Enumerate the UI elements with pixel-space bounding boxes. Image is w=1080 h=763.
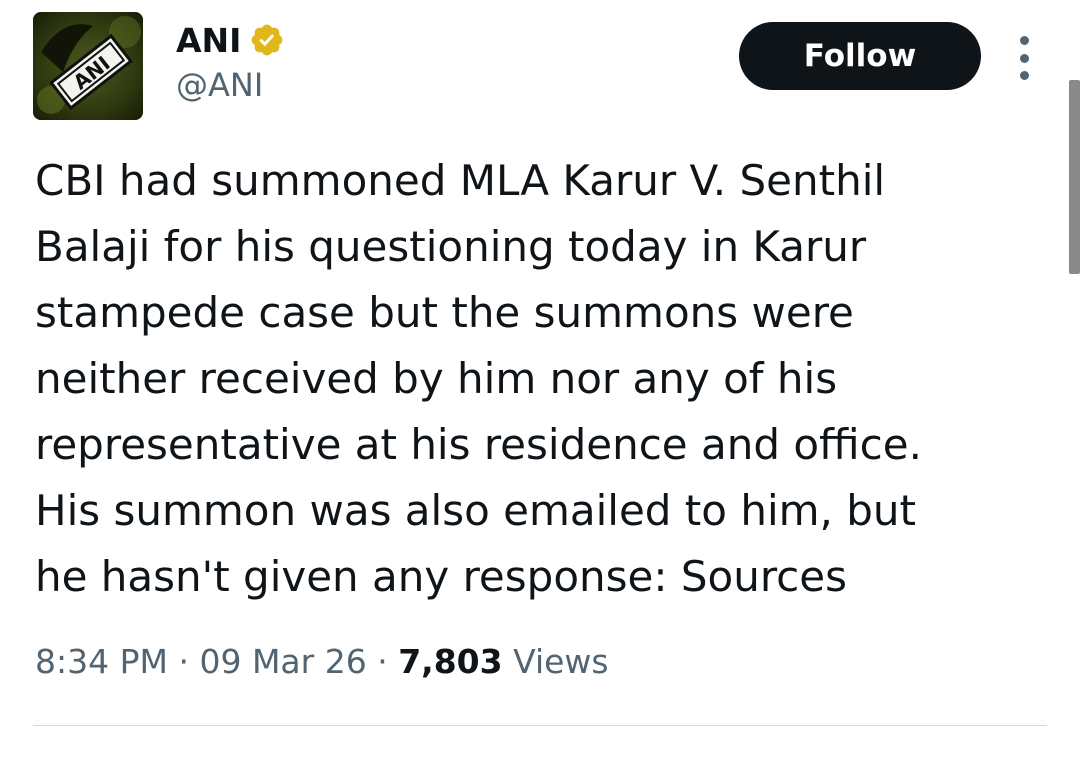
meta-separator: · (178, 642, 189, 681)
meta-separator: · (377, 642, 388, 681)
avatar[interactable]: ANI (33, 12, 143, 120)
tweet-time[interactable]: 8:34 PM (35, 642, 168, 681)
views-count: 7,803 (398, 642, 503, 681)
follow-button[interactable]: Follow (739, 22, 981, 90)
display-name[interactable]: ANI (176, 21, 241, 60)
more-dot (1019, 71, 1029, 80)
tweet-text: CBI had summoned MLA Karur V. Senthil Ba… (35, 148, 1035, 610)
tweet-text-line: neither received by him nor any of his (35, 354, 838, 403)
tweet-text-line: His summon was also emailed to him, but (35, 486, 916, 535)
divider (33, 725, 1047, 726)
scrollbar-thumb[interactable] (1069, 80, 1080, 274)
tweet-text-line: he hasn't given any response: Sources (35, 552, 847, 601)
tweet-text-line: CBI had summoned MLA Karur V. Senthil (35, 156, 886, 205)
tweet-text-line: stampede case but the summons were (35, 288, 854, 337)
tweet-text-line: Balaji for his questioning today in Karu… (35, 222, 867, 271)
tweet-date[interactable]: 09 Mar 26 (199, 642, 366, 681)
tweet-meta: 8:34 PM · 09 Mar 26 · 7,803 Views (35, 642, 609, 681)
views-label: Views (513, 642, 609, 681)
more-vertical-icon[interactable] (1010, 36, 1038, 80)
author-handle[interactable]: @ANI (176, 66, 263, 104)
verified-badge-icon[interactable] (249, 22, 285, 58)
more-dot (1019, 36, 1029, 45)
ani-logo-icon: ANI (33, 12, 143, 120)
author-name-row: ANI (176, 18, 285, 62)
more-dot (1019, 53, 1029, 63)
tweet-text-line: representative at his residence and offi… (35, 420, 922, 469)
